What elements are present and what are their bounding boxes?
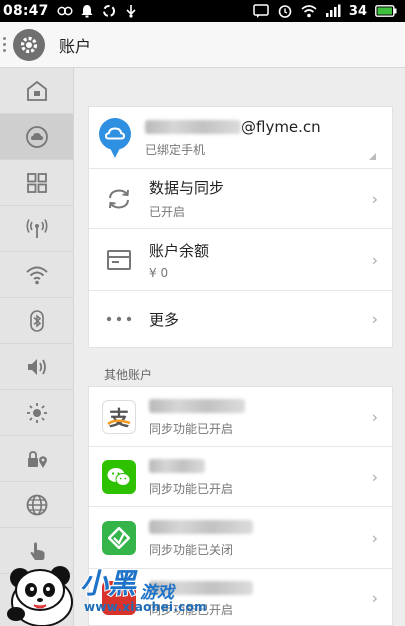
account-balance-value: ¥ 0: [149, 265, 169, 280]
account-balance-row[interactable]: 账户余额 ¥ 0 ›: [89, 229, 392, 291]
grid-icon: [26, 172, 47, 193]
usb-icon: [126, 5, 136, 18]
sidebar-item-sound[interactable]: [0, 344, 73, 390]
watermark-url: www.xiaohei.com: [84, 600, 207, 614]
flyme-account-phone-status: 已绑定手机: [145, 142, 206, 157]
wallet-icon: [107, 249, 131, 270]
hotspot-icon: [25, 218, 48, 238]
account-name-redacted: [149, 518, 253, 536]
sidebar-item-display[interactable]: [0, 390, 73, 436]
account-name-redacted: [149, 397, 245, 415]
chevron-right-icon: ›: [371, 309, 378, 329]
status-time: 08:47: [3, 3, 49, 19]
sidebar-item-account[interactable]: [0, 114, 73, 160]
other-accounts-label: 其他账户: [104, 368, 153, 382]
data-sync-status: 已开启: [149, 205, 186, 219]
flyme-account-card: @flyme.cn 已绑定手机 数据与同步 已开启 › 账户余额 ¥ 0 › 更…: [88, 106, 393, 348]
infinity-icon: [57, 6, 73, 16]
notification-bell-icon: [81, 5, 93, 18]
chevron-right-icon: ›: [371, 467, 378, 486]
sidebar-item-bluetooth[interactable]: [0, 298, 73, 344]
sidebar-item-language[interactable]: [0, 482, 73, 528]
more-title: 更多: [149, 310, 180, 329]
signal-icon: [325, 4, 341, 17]
status-bar: 08:47 34: [0, 0, 405, 22]
chevron-right-icon: ›: [371, 588, 378, 608]
account-balance-title: 账户余额: [149, 241, 210, 260]
chevron-right-icon: ›: [371, 407, 378, 426]
svg-text:支: 支: [109, 406, 130, 430]
brightness-icon: [26, 402, 47, 423]
battery-icon: [375, 5, 397, 17]
flyme-account-email: @flyme.cn: [145, 118, 321, 136]
corner-indicator-icon: [369, 153, 376, 160]
more-dots-icon: [106, 316, 132, 322]
sidebar-item-security[interactable]: [0, 436, 73, 482]
settings-sidebar: [0, 68, 74, 626]
message-icon: [253, 4, 269, 18]
sidebar-item-home[interactable]: [0, 68, 73, 114]
battery-level: 34: [348, 3, 367, 19]
wifi-icon: [25, 266, 48, 284]
sidebar-item-wifi[interactable]: [0, 252, 73, 298]
account-sync-status: 同步功能已开启: [149, 481, 234, 496]
list-item[interactable]: 同步功能已开启 ›: [89, 447, 392, 507]
app-green-icon: [102, 520, 136, 555]
more-row[interactable]: 更多 ›: [89, 291, 392, 347]
flyme-cloud-icon: [99, 117, 131, 158]
alipay-icon: 支: [102, 399, 136, 434]
chevron-right-icon: ›: [371, 528, 378, 547]
bluetooth-icon: [29, 309, 44, 332]
data-sync-row[interactable]: 数据与同步 已开启 ›: [89, 169, 392, 229]
sidebar-item-hotspot[interactable]: [0, 206, 73, 252]
volume-icon: [27, 358, 46, 375]
watermark-title: 小黑: [79, 566, 137, 601]
cloud-account-icon: [25, 125, 48, 148]
account-sync-status: 同步功能已关闭: [149, 542, 234, 557]
chevron-right-icon: ›: [371, 189, 378, 208]
sidebar-item-apps[interactable]: [0, 160, 73, 206]
list-item[interactable]: 支 同步功能已开启 ›: [89, 387, 392, 447]
wifi-status-icon: [301, 5, 317, 18]
page-title: 账户: [59, 36, 92, 56]
chevron-right-icon: ›: [371, 250, 378, 269]
panda-mascot-icon: [7, 566, 73, 626]
data-sync-title: 数据与同步: [149, 179, 225, 197]
sync-icon: [102, 5, 115, 17]
sync-arrows-icon: [109, 188, 129, 209]
account-name-redacted: [149, 457, 233, 475]
account-sync-status: 同步功能已开启: [149, 421, 234, 436]
flyme-account-row[interactable]: @flyme.cn 已绑定手机: [89, 107, 392, 169]
home-icon: [26, 80, 47, 101]
account-content: @flyme.cn 已绑定手机 数据与同步 已开启 › 账户余额 ¥ 0 › 更…: [74, 68, 405, 626]
location-lock-icon: [27, 450, 47, 468]
alarm-icon: [278, 5, 292, 18]
title-bar: 账户: [0, 22, 405, 68]
wechat-icon: [102, 459, 136, 494]
drawer-handle-icon[interactable]: [3, 37, 7, 52]
globe-icon: [26, 494, 47, 515]
site-watermark: 小黑 游戏 www.xiaohei.com: [0, 556, 230, 626]
settings-gear-icon[interactable]: [13, 28, 45, 61]
